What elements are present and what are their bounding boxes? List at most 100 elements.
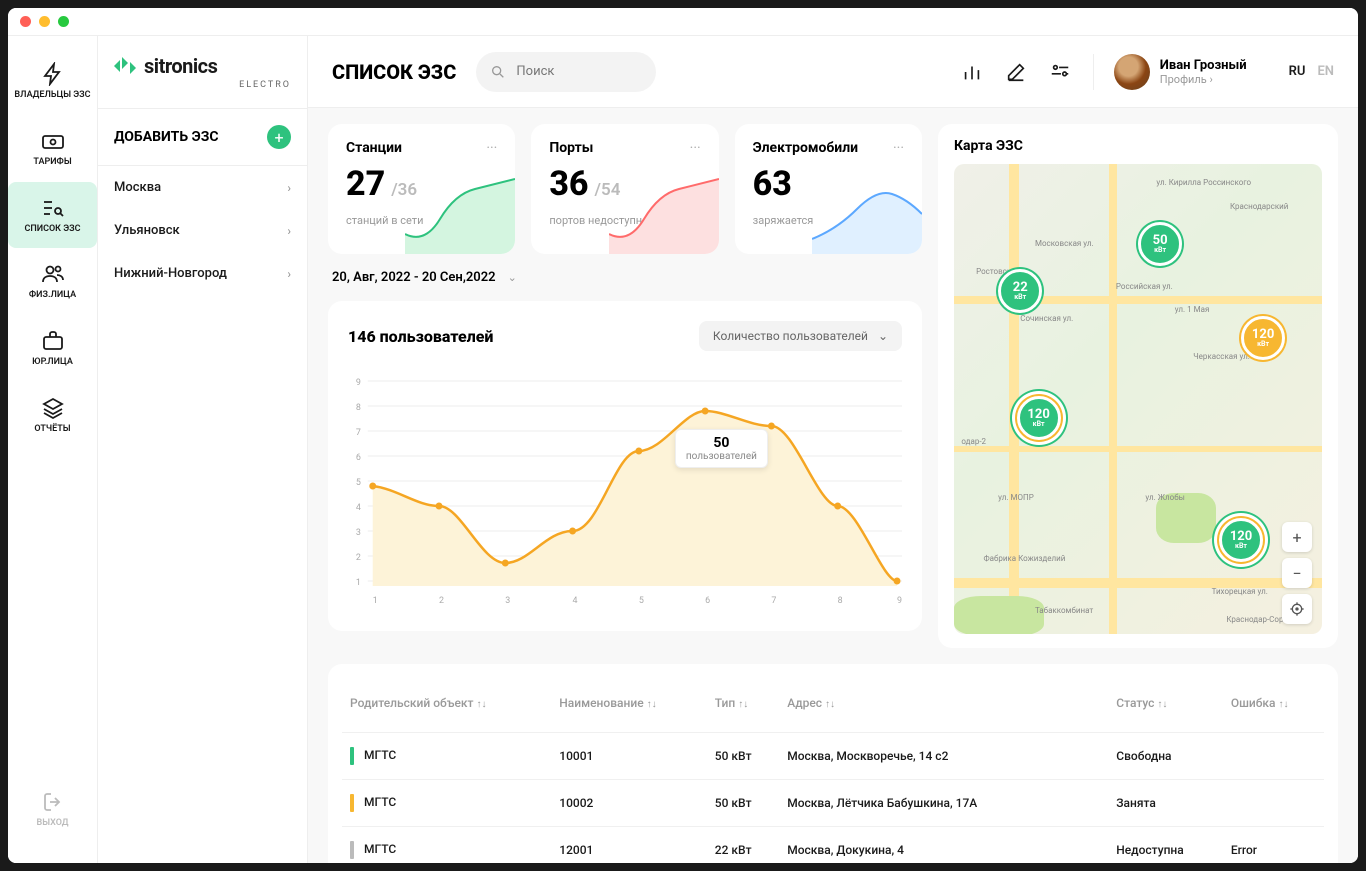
ports-value: 36	[549, 164, 588, 204]
user-sub: Профиль ›	[1160, 73, 1247, 86]
evs-sparkline-icon	[812, 174, 922, 254]
map-street-label: Тихорецкая ул.	[1212, 587, 1268, 596]
nav-list[interactable]: СПИСОК ЭЗС	[8, 182, 97, 249]
evs-value: 63	[753, 164, 792, 204]
map-marker[interactable]: 22кВт	[998, 269, 1042, 313]
col-error[interactable]: Ошибка↑↓	[1223, 686, 1324, 733]
layers-icon	[41, 396, 65, 420]
map-marker[interactable]: 120кВт	[1241, 316, 1285, 360]
map-street-label: ул. 1 Мая	[1175, 305, 1210, 314]
svg-text:2: 2	[439, 596, 444, 606]
table-row[interactable]: МГТС1200122 кВтМосква, Докукина, 4Недост…	[342, 827, 1324, 864]
city-name: Москва	[114, 180, 161, 195]
user-menu[interactable]: Иван Грозный Профиль ›	[1093, 54, 1247, 90]
svg-text:9: 9	[356, 378, 361, 388]
city-name: Ульяновск	[114, 223, 180, 238]
nav-legal[interactable]: ЮР.ЛИЦА	[8, 315, 97, 382]
map-street-label: ул. Жлобы	[1145, 493, 1185, 502]
map-card: Карта ЭЗС ул. Кирилла РоссинскогоКраснод…	[938, 124, 1338, 648]
date-range-label: 20, Авг, 2022 - 20 Сен,2022	[332, 270, 496, 285]
col-type[interactable]: Тип↑↓	[707, 686, 779, 733]
svg-text:3: 3	[356, 528, 361, 538]
svg-text:7: 7	[356, 428, 361, 438]
city-item[interactable]: Нижний-Новгород›	[98, 252, 307, 295]
users-icon	[41, 262, 65, 286]
maximize-window[interactable]	[58, 16, 69, 27]
svg-text:5: 5	[639, 596, 644, 606]
briefcase-icon	[41, 329, 65, 353]
stations-more[interactable]: ···	[486, 140, 497, 156]
chevron-down-icon: ⌄	[878, 329, 888, 343]
chevron-right-icon: ›	[287, 267, 291, 281]
table-row[interactable]: МГТС1000250 кВтМосква, Лётчика Бабушкина…	[342, 780, 1324, 827]
map-street-label: ул. МОПР	[998, 493, 1034, 502]
avatar	[1114, 54, 1150, 90]
stations-sparkline-icon	[405, 174, 515, 254]
chart-select-label: Количество пользователей	[713, 329, 868, 343]
svg-text:1: 1	[373, 596, 378, 606]
svg-text:7: 7	[771, 596, 776, 606]
cash-icon	[41, 129, 65, 153]
col-name[interactable]: Наименование↑↓	[551, 686, 707, 733]
tooltip-value: 50	[686, 435, 757, 451]
col-status[interactable]: Статус↑↓	[1108, 686, 1223, 733]
map[interactable]: ул. Кирилла РоссинскогоКраснодарскийМоск…	[954, 164, 1322, 634]
add-station-button[interactable]: +	[267, 125, 291, 149]
exit-icon	[41, 790, 65, 814]
map-street-label: ул. Кирилла Россинского	[1156, 178, 1251, 187]
status-indicator	[350, 747, 354, 765]
map-street-label: Черкасская ул.	[1193, 352, 1250, 361]
chevron-down-icon: ⌄	[508, 271, 517, 284]
map-locate[interactable]	[1282, 594, 1312, 624]
chart-icon[interactable]	[961, 61, 983, 83]
nav-tariffs[interactable]: ТАРИФЫ	[8, 115, 97, 182]
chevron-right-icon: ›	[287, 181, 291, 195]
window-titlebar	[8, 8, 1358, 36]
settings-icon[interactable]	[1049, 61, 1071, 83]
svg-text:4: 4	[356, 503, 361, 513]
nav-exit[interactable]: ВЫХОД	[8, 776, 97, 843]
topbar: СПИСОК ЭЗС Иван Грозный Профиль ›	[308, 36, 1358, 108]
logo: sitronics ELECTRO	[98, 36, 307, 109]
svg-text:4: 4	[573, 596, 578, 606]
date-range-picker[interactable]: 20, Авг, 2022 - 20 Сен,2022 ⌄	[328, 268, 922, 287]
edit-icon[interactable]	[1005, 61, 1027, 83]
nav-persons[interactable]: ФИЗ.ЛИЦА	[8, 248, 97, 315]
nav-tariffs-label: ТАРИФЫ	[33, 157, 71, 168]
map-zoom-out[interactable]: −	[1282, 558, 1312, 588]
search-icon	[490, 64, 506, 80]
ports-sparkline-icon	[609, 174, 719, 254]
tooltip-label: пользователей	[686, 451, 757, 462]
nav-owners[interactable]: ВЛАДЕЛЬЦЫ ЭЗС	[8, 48, 97, 115]
lang-en[interactable]: EN	[1317, 64, 1334, 79]
logo-sub: ELECTRO	[114, 80, 291, 90]
nav-rail: ВЛАДЕЛЬЦЫ ЭЗС ТАРИФЫ СПИСОК ЭЗС ФИЗ.ЛИЦА…	[8, 36, 98, 863]
stations-value: 27	[346, 164, 385, 204]
evs-more[interactable]: ···	[893, 140, 904, 156]
map-zoom-in[interactable]: +	[1282, 522, 1312, 552]
status-indicator	[350, 794, 354, 812]
col-parent[interactable]: Родительский объект↑↓	[342, 686, 551, 733]
map-marker[interactable]: 120кВт	[1017, 396, 1061, 440]
col-address[interactable]: Адрес↑↓	[779, 686, 1108, 733]
svg-text:6: 6	[356, 453, 361, 463]
close-window[interactable]	[20, 16, 31, 27]
map-street-label: Сочинская ул.	[1020, 314, 1073, 323]
lang-ru[interactable]: RU	[1289, 64, 1306, 79]
city-item[interactable]: Ульяновск›	[98, 209, 307, 252]
minimize-window[interactable]	[39, 16, 50, 27]
nav-persons-label: ФИЗ.ЛИЦА	[29, 290, 76, 301]
bolt-icon	[41, 62, 65, 86]
nav-reports-label: ОТЧЁТЫ	[34, 424, 70, 435]
city-item[interactable]: Москва ›	[98, 166, 307, 209]
svg-text:9: 9	[897, 596, 902, 606]
map-marker[interactable]: 120кВт	[1219, 518, 1263, 562]
map-marker[interactable]: 50кВт	[1138, 222, 1182, 266]
map-street-label: одар-2	[961, 437, 986, 446]
nav-reports[interactable]: ОТЧЁТЫ	[8, 382, 97, 449]
table-row[interactable]: МГТС1000150 кВтМосква, Москворечье, 14 с…	[342, 733, 1324, 780]
search-field[interactable]	[476, 52, 656, 92]
chart-metric-select[interactable]: Количество пользователей ⌄	[699, 321, 902, 351]
ports-more[interactable]: ···	[690, 140, 701, 156]
ports-card: Порты··· 36/54 портов недоступно	[531, 124, 718, 254]
